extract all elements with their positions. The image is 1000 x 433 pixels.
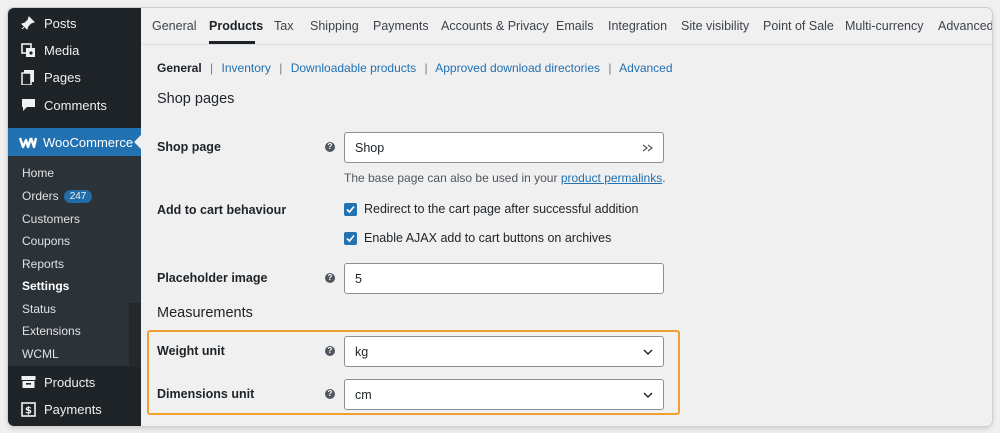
sidebar-item-pages[interactable]: Pages: [8, 64, 141, 90]
submenu-item-reports[interactable]: Reports: [22, 257, 64, 271]
sidebar-item-posts[interactable]: Posts: [8, 10, 141, 36]
weight-unit-label: Weight unit: [157, 344, 225, 358]
checkbox-checked-icon[interactable]: [344, 231, 357, 245]
settings-tabs: General Products Tax Shipping Payments A…: [141, 8, 992, 45]
woocommerce-icon: [18, 133, 38, 151]
dimensions-unit-label: Dimensions unit: [157, 387, 255, 401]
submenu-item-customers[interactable]: Customers: [22, 212, 80, 226]
sidebar-item-woocommerce[interactable]: WooCommerce: [8, 128, 141, 156]
measurements-heading: Measurements: [157, 305, 253, 321]
tab-products[interactable]: Products: [209, 19, 263, 33]
sidebar-scroll-edge: [129, 303, 141, 367]
placeholder-image-input[interactable]: 5: [344, 263, 664, 294]
checkbox-checked-icon[interactable]: [344, 202, 357, 216]
placeholder-image-label: Placeholder image: [157, 271, 268, 285]
submenu-item-extensions[interactable]: Extensions: [22, 324, 81, 338]
tab-site-visibility[interactable]: Site visibility: [681, 19, 749, 33]
sidebar-item-label: Payments: [44, 401, 102, 417]
sidebar-item-payments[interactable]: $ Payments: [8, 396, 141, 422]
tab-emails[interactable]: Emails: [556, 19, 594, 33]
tab-payments[interactable]: Payments: [373, 19, 429, 33]
tab-multi-currency[interactable]: Multi-currency: [845, 19, 924, 33]
tab-advanced[interactable]: Advanced: [938, 19, 992, 33]
sidebar-item-label: Products: [44, 374, 96, 390]
subnav-advanced[interactable]: Advanced: [619, 61, 672, 75]
active-tab-indicator: [209, 41, 255, 44]
tab-point-of-sale[interactable]: Point of Sale: [763, 19, 834, 33]
submenu-item-status[interactable]: Status: [22, 302, 56, 316]
shop-page-label: Shop page: [157, 140, 221, 154]
shop-pages-heading: Shop pages: [157, 91, 235, 107]
ajax-add-to-cart-checkbox[interactable]: Enable AJAX add to cart buttons on archi…: [344, 231, 611, 245]
dimensions-unit-select[interactable]: cm: [344, 379, 664, 410]
sidebar-item-label: Comments: [44, 97, 107, 113]
redirect-to-cart-checkbox[interactable]: Redirect to the cart page after successf…: [344, 202, 638, 216]
media-icon: [20, 42, 36, 58]
sidebar-item-label: Posts: [44, 15, 77, 31]
chevron-down-icon: [643, 392, 653, 398]
help-icon[interactable]: ?: [325, 142, 335, 152]
dollar-icon: $: [20, 401, 36, 417]
settings-main: General Products Tax Shipping Payments A…: [141, 8, 992, 426]
tab-shipping[interactable]: Shipping: [310, 19, 359, 33]
tab-integration[interactable]: Integration: [608, 19, 667, 33]
sidebar-item-label: Pages: [44, 69, 81, 85]
orders-count-badge: 247: [63, 190, 93, 203]
submenu-item-orders[interactable]: Orders 247: [22, 189, 93, 203]
subnav-approved-download-directories[interactable]: Approved download directories: [435, 61, 600, 75]
tab-accounts-privacy[interactable]: Accounts & Privacy: [441, 19, 549, 33]
sidebar-item-label: Media: [44, 42, 80, 58]
chevron-down-icon: [643, 349, 653, 355]
sidebar-item-media[interactable]: Media: [8, 37, 141, 63]
clear-select-icon[interactable]: [642, 142, 654, 154]
svg-text:$: $: [25, 405, 32, 416]
sidebar-item-label: WooCommerce: [43, 134, 134, 150]
admin-window: Posts Media Pages Comments WooCommerce H…: [8, 8, 992, 426]
help-icon[interactable]: ?: [325, 273, 335, 283]
sidebar-item-comments[interactable]: Comments: [8, 92, 141, 118]
tab-tax[interactable]: Tax: [274, 19, 293, 33]
add-to-cart-label: Add to cart behaviour: [157, 203, 287, 217]
shop-page-description: The base page can also be used in your p…: [344, 171, 666, 185]
subnav-downloadable-products[interactable]: Downloadable products: [291, 61, 416, 75]
subnav-general: General: [157, 61, 202, 75]
submenu-item-home[interactable]: Home: [22, 166, 54, 180]
weight-unit-select[interactable]: kg: [344, 336, 664, 367]
archive-icon: [20, 374, 36, 390]
admin-sidebar: Posts Media Pages Comments WooCommerce H…: [8, 8, 141, 426]
product-permalinks-link[interactable]: product permalinks: [561, 171, 662, 185]
woocommerce-submenu: Home Orders 247 Customers Coupons Reports…: [8, 156, 141, 366]
subnav-inventory[interactable]: Inventory: [222, 61, 271, 75]
help-icon[interactable]: ?: [325, 346, 335, 356]
section-subnav: General | Inventory | Downloadable produ…: [157, 61, 673, 75]
pages-icon: [20, 69, 36, 85]
help-icon[interactable]: ?: [325, 389, 335, 399]
submenu-item-wcml[interactable]: WCML: [22, 347, 59, 361]
submenu-item-coupons[interactable]: Coupons: [22, 234, 70, 248]
comment-icon: [20, 97, 36, 113]
shop-page-select[interactable]: Shop: [344, 132, 664, 163]
submenu-item-settings[interactable]: Settings: [22, 279, 69, 293]
sidebar-item-products[interactable]: Products: [8, 369, 141, 395]
tab-general[interactable]: General: [152, 19, 196, 33]
pin-icon: [20, 15, 36, 31]
